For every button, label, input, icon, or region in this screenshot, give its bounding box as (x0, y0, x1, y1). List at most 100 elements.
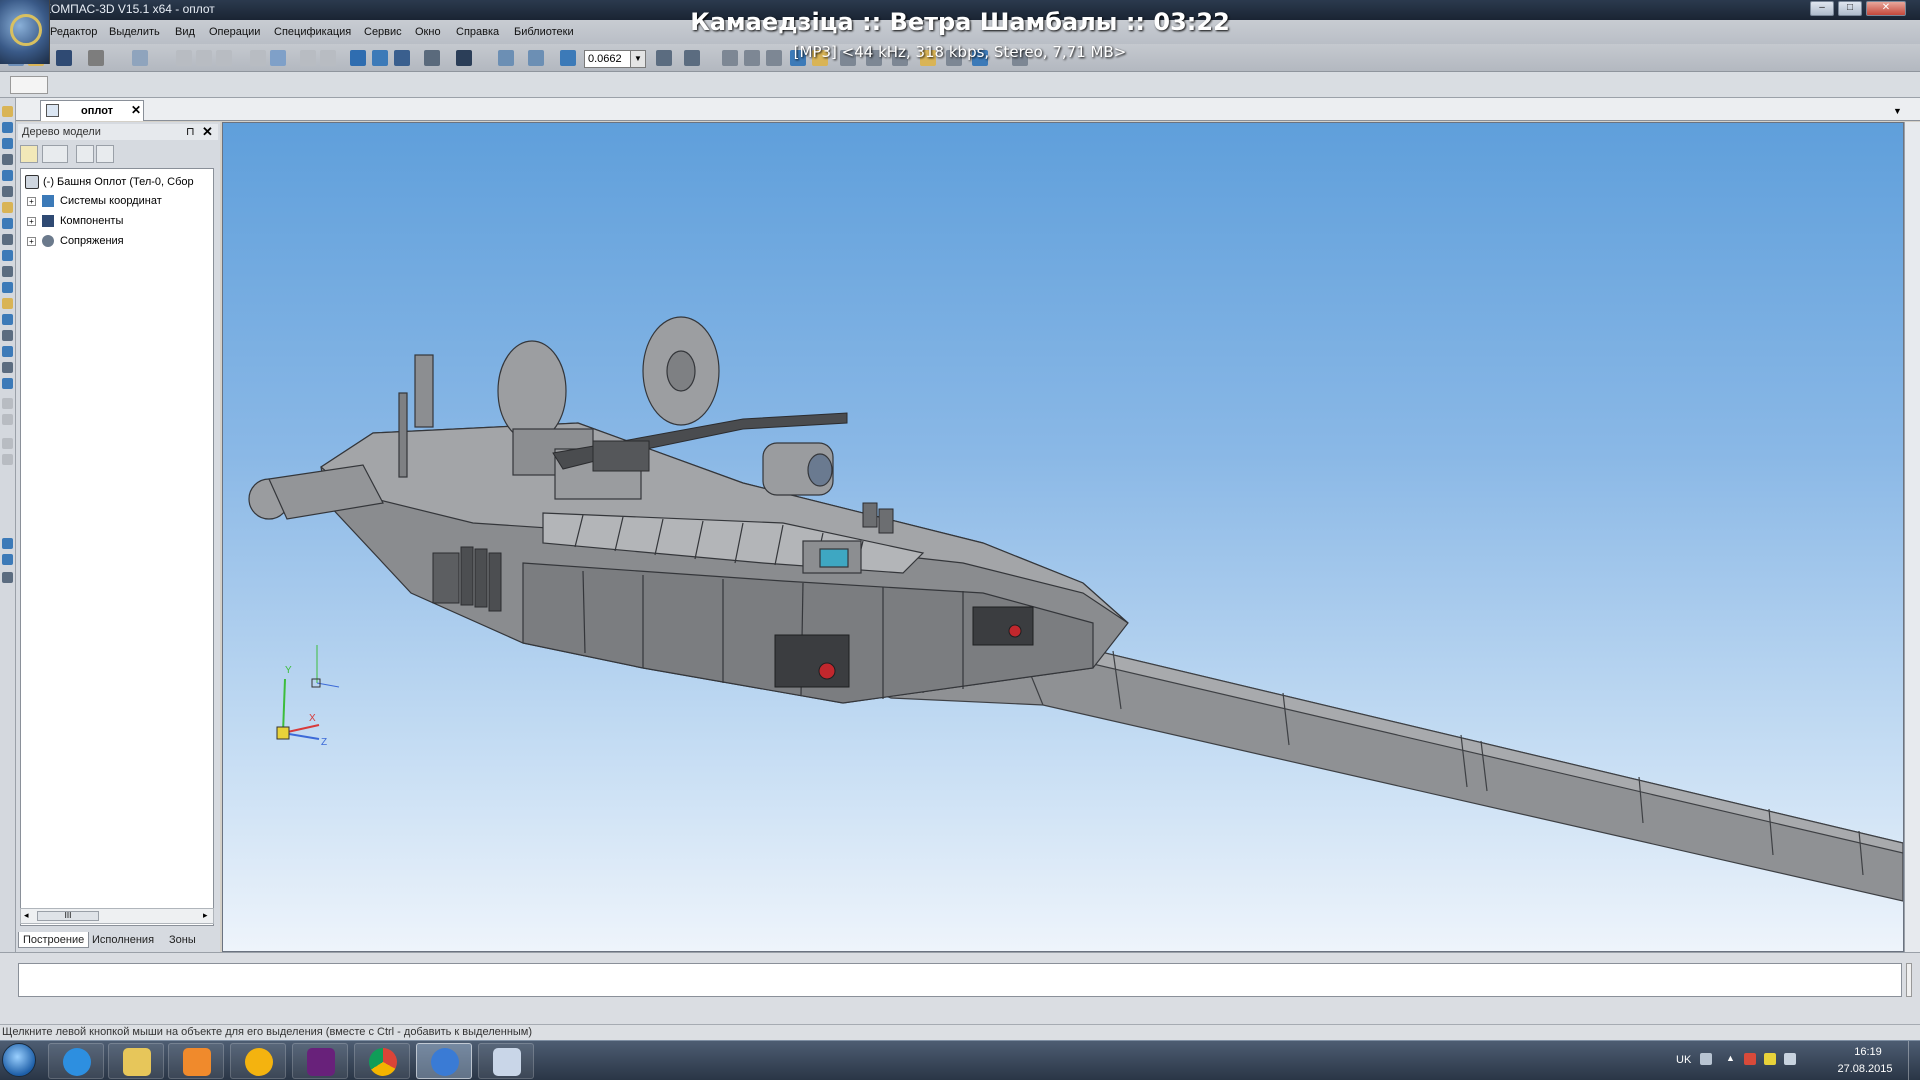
toolbar-grip[interactable] (10, 76, 48, 94)
elements-icon[interactable] (2, 330, 13, 341)
model-tree-panel: Дерево модели ⊓ ✕ (-) Башня Оплот (Тел-0… (16, 122, 220, 952)
tree-root[interactable]: (-) Башня Оплот (Тел-0, Сбор (25, 175, 194, 189)
surfaces-icon[interactable] (2, 186, 13, 197)
curves-icon[interactable] (2, 170, 13, 181)
mates-icon[interactable] (2, 138, 13, 149)
property-scrollbar[interactable] (1906, 963, 1912, 997)
measurements-icon[interactable] (2, 250, 13, 261)
expand-icon[interactable]: + (27, 236, 36, 246)
scroll-left-icon[interactable]: ◂ (24, 910, 29, 921)
pin-icon[interactable]: ⊓ (186, 125, 195, 138)
keyboard-icon[interactable] (1700, 1053, 1712, 1065)
viewport-side-bar (1904, 122, 1920, 952)
disabled-tool-2-icon[interactable] (2, 414, 13, 425)
taskbar-file-explorer[interactable] (108, 1043, 164, 1079)
assembly-icon[interactable] (2, 106, 13, 117)
tree-node-components[interactable]: + Компоненты (27, 215, 124, 228)
taskbar-kompas[interactable] (416, 1043, 472, 1079)
document-tabs: оплот ✕ (16, 98, 1920, 121)
coordinate-system-icon (42, 195, 54, 208)
internet-explorer-icon (63, 1048, 91, 1076)
model-tree: (-) Башня Оплот (Тел-0, Сбор + Системы ко… (20, 168, 214, 926)
disabled-tool-4-icon[interactable] (2, 454, 13, 465)
tree-horizontal-scrollbar[interactable]: ◂ III ▸ (20, 908, 214, 924)
tab-close-icon[interactable]: ✕ (131, 103, 141, 117)
tab-build[interactable]: Построение (18, 932, 90, 948)
tool-6-icon[interactable] (2, 554, 13, 565)
reports-icon[interactable] (2, 298, 13, 309)
clock-time[interactable]: 16:19 (1840, 1046, 1896, 1058)
assembly-icon (25, 175, 39, 189)
turret-hull (248, 422, 1129, 704)
taskbar-chrome[interactable] (354, 1043, 410, 1079)
taskbar-aimp[interactable] (230, 1043, 286, 1079)
specification-icon[interactable] (2, 282, 13, 293)
action-center-icon[interactable] (1744, 1053, 1756, 1065)
disabled-tool-3-icon[interactable] (2, 438, 13, 449)
taskbar-internet-explorer[interactable] (48, 1043, 104, 1079)
scroll-thumb[interactable]: III (37, 911, 99, 921)
system-tray: UK ▲ 16:19 27.08.2015 (1668, 1041, 1920, 1080)
axis-y-label: Y (285, 665, 292, 676)
arrays-icon[interactable] (2, 202, 13, 213)
tree-bottom-tabs: Построение Исполнения Зоны (18, 930, 218, 950)
taskbar-paint[interactable] (478, 1043, 534, 1079)
clock-date[interactable]: 27.08.2015 (1830, 1063, 1900, 1075)
chrome-icon (369, 1048, 397, 1076)
tool-7-icon[interactable] (2, 572, 13, 583)
status-bar: Щелкните левой кнопкой мыши на объекте д… (0, 1024, 1920, 1040)
windows-taskbar: UK ▲ 16:19 27.08.2015 (0, 1040, 1920, 1080)
language-indicator[interactable]: UK (1676, 1054, 1691, 1066)
media-track-title: Камаедзіца :: Ветра Шамбалы :: 03:22 (690, 8, 1230, 36)
edit-icon[interactable] (2, 346, 13, 357)
sheet-metal-icon[interactable] (2, 234, 13, 245)
command-input[interactable] (18, 963, 1902, 997)
mates-icon (42, 235, 54, 248)
show-desktop-button[interactable] (1908, 1041, 1920, 1080)
tree-structure-icon[interactable] (20, 145, 38, 163)
panel-close-icon[interactable]: ✕ (202, 124, 213, 140)
paint-icon (493, 1048, 521, 1076)
tree-node-coordinate-systems[interactable]: + Системы координат (27, 195, 162, 208)
media-player-icon (183, 1048, 211, 1076)
panel-title: Дерево модели (22, 126, 101, 138)
tank-turret-model[interactable] (223, 123, 1904, 952)
geometry-icon[interactable] (2, 154, 13, 165)
expand-icon[interactable]: + (27, 216, 36, 226)
tree-root-label: (-) Башня Оплот (Тел-0, Сбор (43, 175, 194, 188)
media-track-info: [MP3] <44 kHz, 318 kbps, Stereo, 7,71 MB… (793, 43, 1127, 61)
axis-x-label: X (309, 713, 316, 724)
layers-icon[interactable] (2, 378, 13, 389)
tree-relations-icon[interactable] (96, 145, 114, 163)
tool-5-icon[interactable] (2, 538, 13, 549)
tree-node-label: Системы координат (60, 195, 162, 207)
taskbar-visual-studio[interactable] (292, 1043, 348, 1079)
auxiliary-icon[interactable] (2, 218, 13, 229)
filters-icon[interactable] (2, 266, 13, 277)
axes-triad: Y X Z (276, 645, 340, 748)
volume-icon[interactable] (1784, 1053, 1796, 1065)
tab-zones[interactable]: Зоны (165, 932, 200, 948)
disabled-tool-1-icon[interactable] (2, 398, 13, 409)
tree-node-mates[interactable]: + Сопряжения (27, 235, 124, 248)
edit-part-icon[interactable] (2, 122, 13, 133)
app-logo-icon[interactable] (0, 0, 50, 64)
tree-node-label: Сопряжения (60, 235, 124, 247)
scroll-right-icon[interactable]: ▸ (203, 910, 208, 921)
3d-viewport[interactable]: Y X Z (222, 122, 1904, 952)
network-icon[interactable] (1764, 1053, 1776, 1065)
taskbar-media-player[interactable] (168, 1043, 224, 1079)
visual-studio-icon (307, 1048, 335, 1076)
tree-node-label: Компоненты (60, 215, 124, 227)
start-button[interactable] (2, 1043, 36, 1077)
parametric-icon[interactable] (2, 362, 13, 373)
tree-filter-icon[interactable] (76, 145, 94, 163)
tab-versions[interactable]: Исполнения (88, 932, 158, 948)
tab-list-dropdown-icon[interactable]: ▼ (1893, 106, 1902, 116)
tree-view-mode-icon[interactable] (42, 145, 68, 163)
dimensions-icon[interactable] (2, 314, 13, 325)
tab-oplot[interactable]: оплот ✕ (40, 100, 144, 121)
show-hidden-icons-icon[interactable]: ▲ (1726, 1053, 1735, 1065)
assembly-document-icon (46, 104, 59, 117)
expand-icon[interactable]: + (27, 196, 36, 206)
